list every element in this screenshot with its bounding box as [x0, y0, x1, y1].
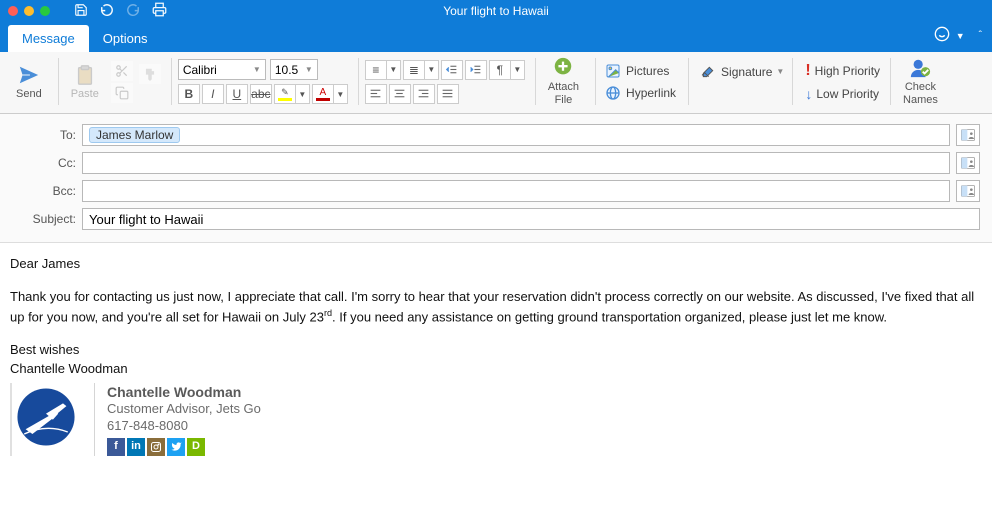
check-names-label: Check Names: [903, 81, 938, 105]
signature-label: Signature: [721, 65, 772, 79]
bullets-dropdown[interactable]: ▼: [387, 60, 401, 80]
copy-icon[interactable]: [111, 83, 133, 103]
greeting: Dear James: [10, 255, 982, 274]
format-painter-icon[interactable]: [139, 64, 161, 84]
signature-phone: 617-848-8080: [107, 418, 261, 435]
check-names-button[interactable]: Check Names: [897, 57, 944, 105]
bcc-address-book-button[interactable]: [956, 180, 980, 202]
facebook-icon[interactable]: f: [107, 438, 125, 456]
subject-field[interactable]: [82, 208, 980, 230]
cut-icon[interactable]: [111, 61, 133, 81]
send-button[interactable]: Send: [10, 64, 48, 100]
cc-field[interactable]: [82, 152, 950, 174]
tab-message[interactable]: Message: [8, 25, 89, 52]
close-button[interactable]: [8, 6, 18, 16]
paragraph-button[interactable]: ¶: [489, 60, 511, 80]
zoom-button[interactable]: [40, 6, 50, 16]
compose-header: To: James Marlow Cc: Bcc: Subject:: [0, 114, 992, 243]
align-left-button[interactable]: [365, 84, 387, 104]
paste-button[interactable]: Paste: [65, 64, 105, 100]
underline-button[interactable]: U: [226, 84, 248, 104]
signature-name: Chantelle Woodman: [107, 383, 261, 401]
title-bar: Your flight to Hawaii: [0, 0, 992, 22]
hyperlink-label: Hyperlink: [626, 86, 676, 100]
signature-title: Customer Advisor, Jets Go: [107, 401, 261, 418]
tab-bar: Message Options ▼ ˆ: [0, 22, 992, 52]
strikethrough-button[interactable]: abc: [250, 84, 272, 104]
paste-label: Paste: [71, 88, 99, 100]
recipient-chip[interactable]: James Marlow: [89, 127, 180, 143]
subject-label: Subject:: [12, 212, 76, 226]
cc-address-book-button[interactable]: [956, 152, 980, 174]
font-size-value: 10.5: [275, 63, 298, 77]
paragraph-dropdown[interactable]: ▼: [511, 60, 525, 80]
pictures-label: Pictures: [626, 64, 669, 78]
down-arrow-icon: ↓: [805, 86, 812, 102]
linkedin-icon[interactable]: in: [127, 438, 145, 456]
exclamation-icon: !: [805, 62, 810, 80]
subject-input[interactable]: [89, 212, 973, 227]
signature-button[interactable]: Signature ▼: [697, 63, 786, 81]
high-priority-button[interactable]: ! High Priority: [803, 61, 882, 81]
to-label: To:: [12, 128, 76, 142]
font-color-dropdown[interactable]: ▼: [334, 84, 348, 104]
font-family-select[interactable]: Calibri ▼: [178, 59, 266, 80]
highlight-button[interactable]: ✎: [274, 84, 296, 104]
save-icon[interactable]: [74, 3, 88, 20]
font-color-button[interactable]: A: [312, 84, 334, 104]
twitter-icon[interactable]: [167, 438, 185, 456]
chevron-up-icon[interactable]: ˆ: [979, 30, 982, 41]
high-priority-label: High Priority: [815, 64, 880, 78]
email-body[interactable]: Dear James Thank you for contacting us j…: [0, 243, 992, 468]
signature-block: Chantelle Woodman Customer Advisor, Jets…: [10, 383, 982, 456]
redo-icon[interactable]: [126, 3, 140, 20]
pictures-button[interactable]: Pictures: [602, 62, 671, 80]
ribbon: Send Paste Calibri ▼: [0, 52, 992, 114]
to-field[interactable]: James Marlow: [82, 124, 950, 146]
instagram-icon[interactable]: [147, 438, 165, 456]
emoji-icon[interactable]: [934, 26, 950, 45]
to-address-book-button[interactable]: [956, 124, 980, 146]
undo-icon[interactable]: [100, 3, 114, 20]
attach-file-button[interactable]: Attach File: [542, 57, 585, 105]
italic-button[interactable]: I: [202, 84, 224, 104]
highlight-dropdown[interactable]: ▼: [296, 84, 310, 104]
hyperlink-button[interactable]: Hyperlink: [602, 84, 678, 102]
attach-file-label: Attach File: [548, 81, 579, 105]
closing: Best wishes Chantelle Woodman: [10, 341, 982, 379]
indent-button[interactable]: [465, 60, 487, 80]
send-label: Send: [16, 88, 42, 100]
tab-options[interactable]: Options: [89, 25, 162, 52]
align-center-button[interactable]: [389, 84, 411, 104]
outdent-button[interactable]: [441, 60, 463, 80]
justify-button[interactable]: [437, 84, 459, 104]
print-icon[interactable]: [152, 2, 167, 20]
low-priority-label: Low Priority: [816, 87, 879, 101]
cc-label: Cc:: [12, 156, 76, 170]
social-icon[interactable]: D: [187, 438, 205, 456]
chevron-down-icon[interactable]: ▼: [956, 31, 965, 41]
numbering-button[interactable]: ≣: [403, 60, 425, 80]
numbering-dropdown[interactable]: ▼: [425, 60, 439, 80]
window-controls: [8, 6, 50, 16]
low-priority-button[interactable]: ↓ Low Priority: [803, 85, 882, 103]
align-right-button[interactable]: [413, 84, 435, 104]
font-size-select[interactable]: 10.5 ▼: [270, 59, 318, 80]
bullets-button[interactable]: ≡: [365, 60, 387, 80]
minimize-button[interactable]: [24, 6, 34, 16]
bold-button[interactable]: B: [178, 84, 200, 104]
body-paragraph: Thank you for contacting us just now, I …: [10, 288, 982, 327]
bcc-label: Bcc:: [12, 184, 76, 198]
bcc-field[interactable]: [82, 180, 950, 202]
window-title: Your flight to Hawaii: [443, 4, 549, 18]
company-logo: [12, 383, 80, 451]
font-family-value: Calibri: [183, 63, 217, 77]
